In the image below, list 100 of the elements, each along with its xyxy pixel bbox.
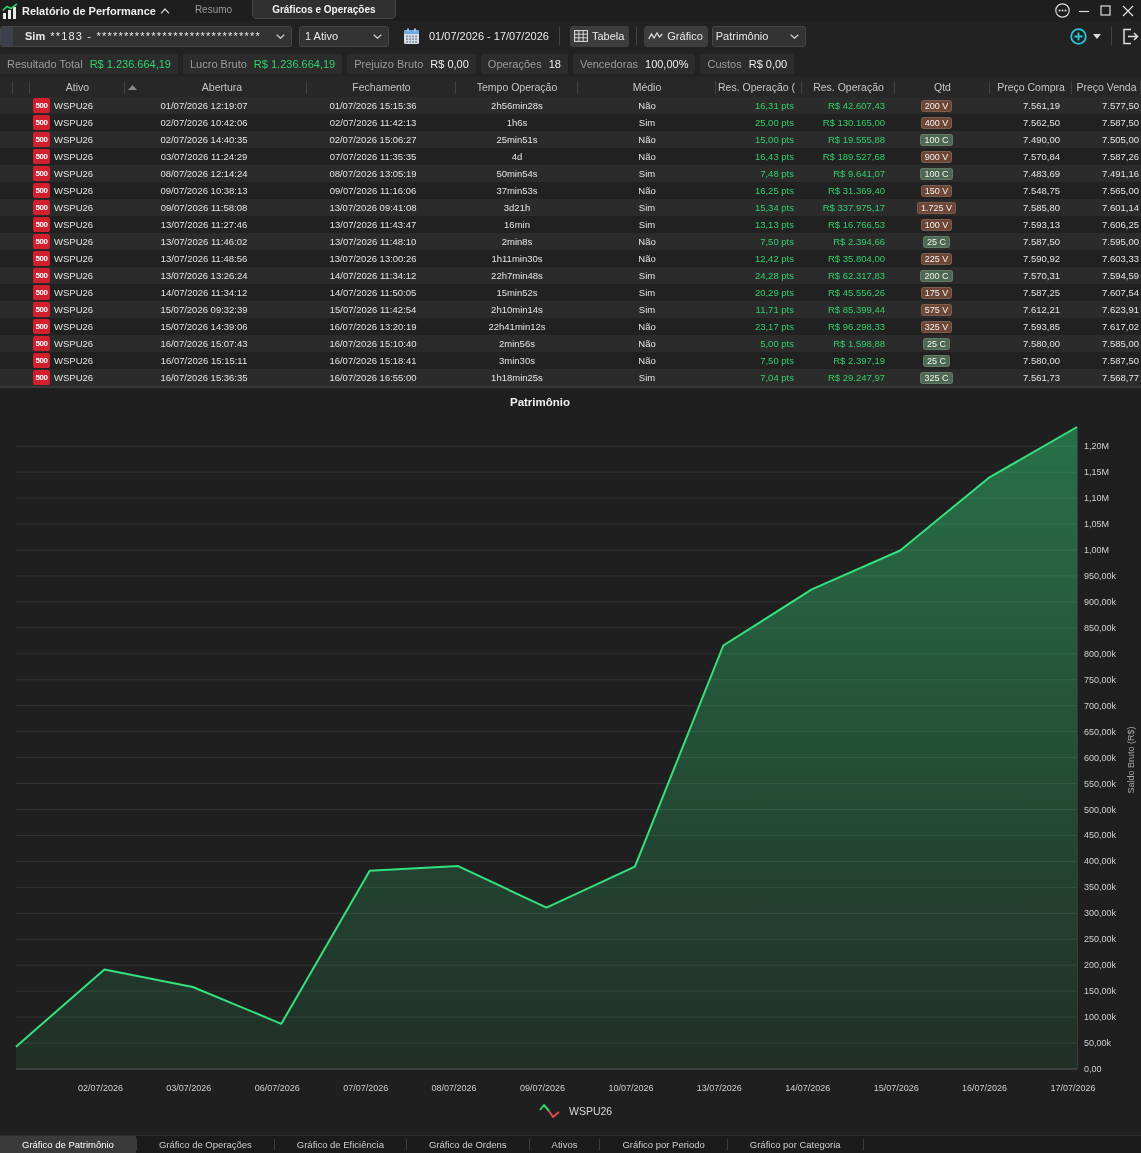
- table-cell: WSPU26: [54, 372, 94, 383]
- asset-tag: 500: [33, 370, 50, 385]
- table-cell-text: 7.587,25: [1022, 286, 1061, 300]
- asset-tag: 500: [33, 132, 50, 147]
- table-cell-text: 13/07/2026 11:43:47: [328, 218, 418, 232]
- y-axis-label: 700,00k: [1084, 700, 1117, 711]
- table-cell-text: Sim: [637, 201, 657, 215]
- table-cell-text: Não: [637, 235, 657, 249]
- chart-tab[interactable]: Ativos: [529, 1136, 600, 1153]
- asset-dropdown[interactable]: 1 Ativo: [299, 25, 389, 47]
- y-axis-label: 300,00k: [1084, 908, 1117, 919]
- stat-value: R$ 0,00: [430, 58, 469, 70]
- table-row[interactable]: 500 WSPU26 13/07/2026 13:26:24 14/07/2026 11:34:12 22h7min48s Sim 24,28 pts R$ 62.317,83 200 C 7.570,31 7.594,59: [0, 267, 1141, 284]
- table-cell-text: R$ 189.527,68: [821, 150, 886, 164]
- chart-tab[interactable]: Gráfico de Ordens: [406, 1136, 529, 1153]
- y-axis-label: 1,00M: [1084, 545, 1109, 555]
- table-cell-text: 16/07/2026 15:36:35: [159, 371, 249, 385]
- stat-value: R$ 0,00: [748, 58, 788, 70]
- table-cell-text: 7.585,80: [1022, 201, 1061, 215]
- y-axis-label: 850,00k: [1084, 622, 1117, 633]
- table-cell-text: 7.577,50: [1101, 99, 1140, 113]
- table-cell: WSPU26: [54, 253, 94, 264]
- table-row[interactable]: 500 WSPU26 16/07/2026 15:36:35 16/07/2026 16:55:00 1h18min25s Sim 7,04 pts R$ 29.247,97 325 C 7.561,73 7.568,77: [0, 369, 1141, 386]
- table-cell-text: 15/07/2026 11:42:54: [328, 303, 418, 317]
- asset-tag: 500: [33, 234, 50, 249]
- date-range-picker[interactable]: 01/07/2026 - 17/07/2026: [403, 25, 549, 47]
- asset-tag: 500: [33, 319, 50, 334]
- table-cell-text: 7.606,25: [1101, 218, 1140, 232]
- y-axis-label: 450,00k: [1084, 830, 1117, 841]
- table-cell-text: Sim: [637, 371, 657, 385]
- table-cell-text: 13/07/2026 11:48:10: [328, 235, 418, 249]
- table-cell-text: 7,50 pts: [759, 354, 795, 368]
- table-cell-text: 7.587,50: [1022, 235, 1061, 249]
- asset-tag: 500: [33, 166, 50, 181]
- close-icon[interactable]: [1122, 4, 1134, 17]
- chart-type-dropdown[interactable]: Patrimônio: [711, 25, 806, 47]
- caret-down-icon[interactable]: [1093, 33, 1101, 39]
- chart-tab[interactable]: Gráfico por Periodo: [600, 1136, 727, 1153]
- x-axis-label: 08/07/2026: [431, 1083, 477, 1093]
- table-cell-text: 22h7min48s: [490, 269, 544, 283]
- asset-tag: 500: [33, 353, 50, 368]
- table-cell-text: 02/07/2026 10:42:06: [159, 116, 249, 130]
- table-cell: WSPU26: [54, 151, 94, 162]
- table-row[interactable]: 500 WSPU26 08/07/2026 12:14:24 08/07/2026 13:05:19 50min54s Sim 7,48 pts R$ 9.641,07 100 C 7.483,69 7.491,16: [0, 165, 1141, 182]
- quantity-tag: 200 V: [920, 99, 953, 112]
- exit-icon[interactable]: [1122, 27, 1139, 45]
- quantity-tag: 200 C: [920, 269, 953, 282]
- chart-view-toggle[interactable]: Gráfico: [644, 25, 708, 47]
- quantity-tag: 400 V: [920, 116, 953, 129]
- table-row[interactable]: 500 WSPU26 09/07/2026 11:58:08 13/07/2026 09:41:08 3d21h Sim 15,34 pts R$ 337.975,17 1.725 V 7.585,80 7.601,14: [0, 199, 1141, 216]
- chevron-up-icon[interactable]: [159, 7, 170, 14]
- table-view-toggle[interactable]: Tabela: [569, 25, 630, 47]
- table-cell-text: Sim: [637, 167, 657, 181]
- x-axis-label: 13/07/2026: [696, 1083, 742, 1093]
- table-cell: WSPU26: [54, 304, 94, 315]
- y-axis-label: 650,00k: [1084, 726, 1117, 737]
- chart-tab[interactable]: Gráfico por Categoria: [727, 1136, 863, 1153]
- table-row[interactable]: 500 WSPU26 13/07/2026 11:46:02 13/07/2026 11:48:10 2min8s Não 7,50 pts R$ 2.394,66 25 C 7.587,50 7.595,00: [0, 233, 1141, 250]
- quantity-tag: 100 C: [920, 167, 953, 180]
- table-cell-text: Sim: [637, 286, 657, 300]
- stat-label: Prejuizo Bruto: [354, 58, 424, 70]
- table-cell-text: Não: [637, 320, 657, 334]
- table-cell-text: 1h18min25s: [490, 371, 544, 385]
- x-axis-label: 09/07/2026: [520, 1083, 565, 1093]
- quantity-tag: 150 V: [920, 184, 953, 197]
- stat-label: Lucro Bruto: [190, 58, 247, 70]
- stat-label: Custos: [707, 58, 742, 70]
- chart-tab[interactable]: Gráfico de Operações: [136, 1136, 274, 1153]
- chart-tab[interactable]: Gráfico de Eficiência: [274, 1136, 406, 1153]
- table-cell-text: 13/07/2026 11:46:02: [159, 235, 249, 249]
- asset-tag: 500: [33, 183, 50, 198]
- table-cell-text: 16,25 pts: [753, 184, 795, 198]
- page-tab[interactable]: Resumo: [174, 0, 253, 19]
- table-row[interactable]: 500 WSPU26 16/07/2026 15:07:43 16/07/2026 15:10:40 2min56s Não 5,00 pts R$ 1.598,88 25 C 7.580,00 7.585,00: [0, 335, 1141, 352]
- table-cell-text: 01/07/2026 15:15:36: [328, 99, 418, 113]
- table-cell-text: 7,50 pts: [759, 235, 795, 249]
- table-cell-text: 16min: [503, 218, 531, 232]
- table-row[interactable]: 500 WSPU26 15/07/2026 09:32:39 15/07/2026 11:42:54 2h10min14s Sim 11,71 pts R$ 85.399,44 575 V 7.612,21 7.623,91: [0, 301, 1141, 318]
- table-row[interactable]: 500 WSPU26 01/07/2026 12:19:07 01/07/2026 15:15:36 2h56min28s Não 16,31 pts R$ 42.607,43 200 V 7.561,19 7.577,50: [0, 97, 1141, 114]
- table-cell-text: 7.603,33: [1101, 252, 1140, 266]
- account-dropdown[interactable]: Sim **183 - ******************************: [0, 25, 292, 47]
- table-cell-text: 09/07/2026 11:16:06: [328, 184, 418, 198]
- y-axis-label: 350,00k: [1084, 882, 1117, 893]
- y-axis-label: 500,00k: [1084, 804, 1117, 815]
- table-cell-text: R$ 62.317,83: [826, 269, 886, 283]
- table-cell-text: R$ 42.607,43: [826, 99, 886, 113]
- table-cell-text: R$ 45.556,26: [826, 286, 886, 300]
- table-cell-text: 16/07/2026 15:18:41: [328, 354, 418, 368]
- maximize-icon[interactable]: [1100, 5, 1111, 16]
- table-cell-text: R$ 337.975,17: [821, 201, 886, 215]
- table-cell: WSPU26: [54, 270, 94, 281]
- table-row[interactable]: 500 WSPU26 02/07/2026 14:40:35 02/07/2026 15:06:27 25min51s Não 15,00 pts R$ 19.555,88 100 C 7.490,00 7.505,00: [0, 131, 1141, 148]
- page-tab[interactable]: Gráficos e Operações: [252, 0, 396, 19]
- table-cell-text: 7.595,00: [1101, 235, 1140, 249]
- y-axis-label: 150,00k: [1084, 986, 1117, 997]
- table-cell-text: R$ 29.247,97: [826, 371, 886, 385]
- table-cell-text: Sim: [637, 116, 657, 130]
- more-options-icon[interactable]: [1055, 3, 1070, 18]
- chart-tab[interactable]: Gráfico de Patrimônio: [0, 1136, 136, 1153]
- add-circle-icon[interactable]: [1070, 27, 1087, 45]
